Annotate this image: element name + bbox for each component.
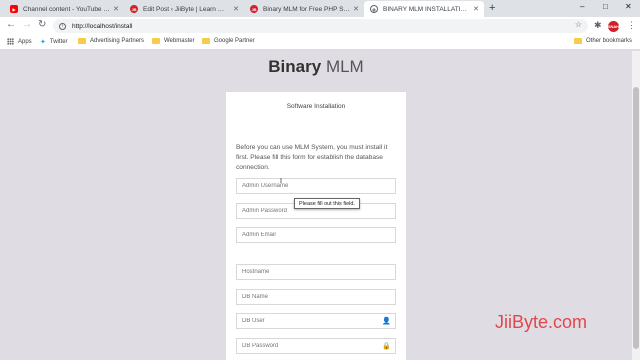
page-title: Binary MLM <box>0 57 632 77</box>
tab-binary-mlm-installation[interactable]: ◍ BINARY MLM INSTALLATION ✕ <box>364 1 484 17</box>
scrollbar-thumb[interactable] <box>633 87 639 349</box>
bookmark-google-partner[interactable]: Google Partner <box>202 38 255 44</box>
bookmark-label: Other bookmarks <box>586 38 633 44</box>
new-tab-button[interactable]: + <box>489 2 495 14</box>
maximize-button[interactable]: □ <box>603 2 608 11</box>
user-icon: 👤 <box>382 318 391 325</box>
tab-title: BINARY MLM INSTALLATION <box>383 5 471 13</box>
bookmark-label: Webmaster <box>164 38 195 44</box>
admin-username-input[interactable] <box>236 178 396 194</box>
info-icon[interactable]: i <box>59 22 66 30</box>
watermark: JiiByte.com <box>495 312 588 332</box>
youtube-icon: ▶ <box>10 5 18 13</box>
reload-icon[interactable]: ↻ <box>38 19 46 30</box>
jiibyte-icon: JB <box>130 5 138 13</box>
card-title: Software Installation <box>286 103 346 110</box>
close-icon[interactable]: ✕ <box>473 5 479 13</box>
brand-light: MLM <box>325 57 364 76</box>
address-bar[interactable]: i http://localhost/install ☆ <box>53 19 588 33</box>
extensions-icon[interactable]: ✱ <box>594 20 602 31</box>
lock-icon: 🔒 <box>382 343 391 350</box>
avatar[interactable]: SNAH <box>608 21 619 32</box>
minimize-button[interactable]: – <box>580 2 584 11</box>
tab-title: Binary MLM for Free PHP Script <box>263 5 351 13</box>
db-user-input[interactable] <box>236 313 396 329</box>
validation-tooltip: Please fill out this field. <box>294 198 360 209</box>
folder-icon <box>78 38 86 44</box>
close-icon[interactable]: ✕ <box>113 5 119 13</box>
tab-binary-mlm-script[interactable]: JB Binary MLM for Free PHP Script ✕ <box>244 1 364 17</box>
jiibyte-icon: JB <box>250 5 258 13</box>
text-cursor-icon: I <box>280 178 282 185</box>
bookmark-twitter[interactable]: ✦ Twitter <box>40 38 68 46</box>
admin-email-input[interactable] <box>236 227 396 243</box>
db-name-input[interactable] <box>236 289 396 305</box>
db-password-field: 🔒 <box>236 338 396 354</box>
brand-bold: Binary <box>268 57 322 76</box>
tab-youtube-studio[interactable]: ▶ Channel content - YouTube Studio ✕ <box>4 1 124 17</box>
folder-icon <box>152 38 160 44</box>
tab-title: Edit Post ‹ JiiByte | Learn Web Dev <box>143 5 231 13</box>
intro-text: Before you can use MLM System, you must … <box>236 144 388 171</box>
apps-grid-icon <box>7 38 14 45</box>
folder-icon <box>574 38 582 44</box>
bookmark-label: Google Partner <box>214 38 255 44</box>
back-icon[interactable]: ← <box>6 19 16 30</box>
close-window-button[interactable]: ✕ <box>625 2 632 11</box>
close-icon[interactable]: ✕ <box>353 5 359 13</box>
bookmark-label: Advertising Partners <box>90 38 145 44</box>
tab-strip: ▶ Channel content - YouTube Studio ✕ JB … <box>0 0 640 17</box>
bookmark-label: Apps <box>18 38 32 45</box>
url-text[interactable]: http://localhost/install <box>72 23 132 30</box>
menu-icon[interactable]: ⋮ <box>627 20 636 31</box>
bookmarks-bar: Apps ✦ Twitter Advertising Partners Webm… <box>0 35 640 50</box>
bookmark-label: Twitter <box>49 39 68 45</box>
tab-title: Channel content - YouTube Studio <box>23 5 110 13</box>
folder-icon <box>202 38 210 44</box>
bookmark-webmaster[interactable]: Webmaster <box>152 38 195 44</box>
browser-toolbar: ← → ↻ i http://localhost/install ☆ ✱ ⋮ <box>0 17 640 35</box>
bookmark-other-bookmarks[interactable]: Other bookmarks <box>574 38 632 44</box>
globe-icon: ◍ <box>370 5 378 13</box>
scrollbar[interactable] <box>632 51 640 360</box>
twitter-icon: ✦ <box>40 39 46 46</box>
db-user-field: 👤 <box>236 313 396 329</box>
tab-edit-post[interactable]: JB Edit Post ‹ JiiByte | Learn Web Dev ✕ <box>124 1 244 17</box>
hostname-input[interactable] <box>236 264 396 280</box>
installation-card: Software Installation Before you can use… <box>226 92 406 360</box>
bookmark-star-icon[interactable]: ☆ <box>575 20 582 29</box>
forward-icon[interactable]: → <box>22 19 32 30</box>
bookmark-apps[interactable]: Apps <box>7 38 32 45</box>
db-password-input[interactable] <box>236 338 396 354</box>
bookmark-advertising-partners[interactable]: Advertising Partners <box>78 38 144 44</box>
close-icon[interactable]: ✕ <box>233 5 239 13</box>
